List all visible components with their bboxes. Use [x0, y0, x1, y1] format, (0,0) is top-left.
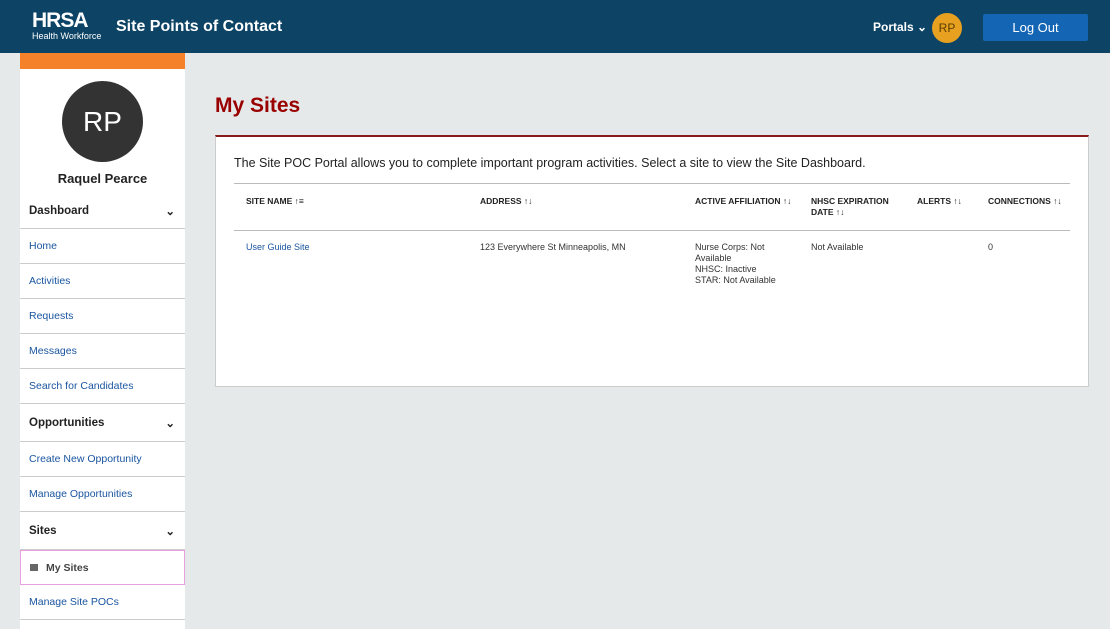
- sidebar-item-create-opportunity[interactable]: Create New Opportunity: [20, 442, 185, 477]
- chevron-down-icon: ⌄: [165, 205, 175, 218]
- sidebar-item-manage-opportunities[interactable]: Manage Opportunities: [20, 477, 185, 512]
- sidebar-accent-bar: [20, 53, 185, 69]
- sidebar-item-manage-site-pocs[interactable]: Manage Site POCs: [20, 585, 185, 620]
- divider: [234, 183, 1070, 184]
- col-address[interactable]: ADDRESS ↑↓: [480, 196, 532, 207]
- logout-button[interactable]: Log Out: [983, 14, 1088, 41]
- sidebar-item-home[interactable]: Home: [20, 229, 185, 264]
- site-link[interactable]: User Guide Site: [246, 242, 310, 253]
- section-opportunities[interactable]: Opportunities ⌄: [20, 404, 185, 442]
- section-sites[interactable]: Sites ⌄: [20, 512, 185, 550]
- connections-cell: 0: [988, 242, 994, 252]
- sidebar-item-my-sites[interactable]: My Sites: [20, 550, 185, 585]
- sidebar-nav: Dashboard ⌄ Home Activities Requests Mess…: [20, 193, 185, 620]
- affiliation-cell: Nurse Corps: Not Available NHSC: Inactiv…: [695, 242, 776, 285]
- active-marker-icon: [30, 564, 38, 571]
- sidebar-item-messages[interactable]: Messages: [20, 334, 185, 369]
- sidebar: RP Raquel Pearce Dashboard ⌄ Home Activit…: [20, 53, 185, 629]
- sites-card: The Site POC Portal allows you to comple…: [215, 135, 1089, 387]
- expiration-cell: Not Available: [811, 242, 864, 252]
- col-site-name[interactable]: SITE NAME ↑≡: [246, 196, 304, 207]
- sidebar-item-search-candidates[interactable]: Search for Candidates: [20, 369, 185, 404]
- top-header: HRSA Health Workforce Site Points of Con…: [0, 0, 1110, 53]
- col-alerts[interactable]: ALERTS ↑↓: [917, 196, 962, 207]
- section-dashboard[interactable]: Dashboard ⌄: [20, 193, 185, 229]
- portals-menu[interactable]: Portals ⌄: [873, 20, 927, 34]
- user-name: Raquel Pearce: [57, 171, 148, 186]
- profile-avatar: RP: [62, 81, 143, 162]
- user-avatar[interactable]: RP: [932, 13, 962, 43]
- col-active-affiliation[interactable]: ACTIVE AFFILIATION ↑↓: [695, 196, 795, 207]
- sidebar-item-activities[interactable]: Activities: [20, 264, 185, 299]
- col-nhsc-expiration[interactable]: NHSC EXPIRATION DATE ↑↓: [811, 196, 906, 218]
- sidebar-item-requests[interactable]: Requests: [20, 299, 185, 334]
- header-divider: [234, 230, 1070, 231]
- chevron-down-icon: ⌄: [165, 525, 175, 538]
- address-cell: 123 Everywhere St Minneapolis, MN: [480, 242, 626, 252]
- chevron-down-icon: ⌄: [917, 20, 928, 34]
- page-title: My Sites: [215, 94, 301, 117]
- hrsa-logo[interactable]: HRSA Health Workforce: [32, 10, 110, 41]
- col-connections[interactable]: CONNECTIONS ↑↓: [988, 196, 1062, 207]
- intro-text: The Site POC Portal allows you to comple…: [234, 156, 866, 170]
- chevron-down-icon: ⌄: [165, 417, 175, 430]
- app-title: Site Points of Contact: [116, 18, 283, 35]
